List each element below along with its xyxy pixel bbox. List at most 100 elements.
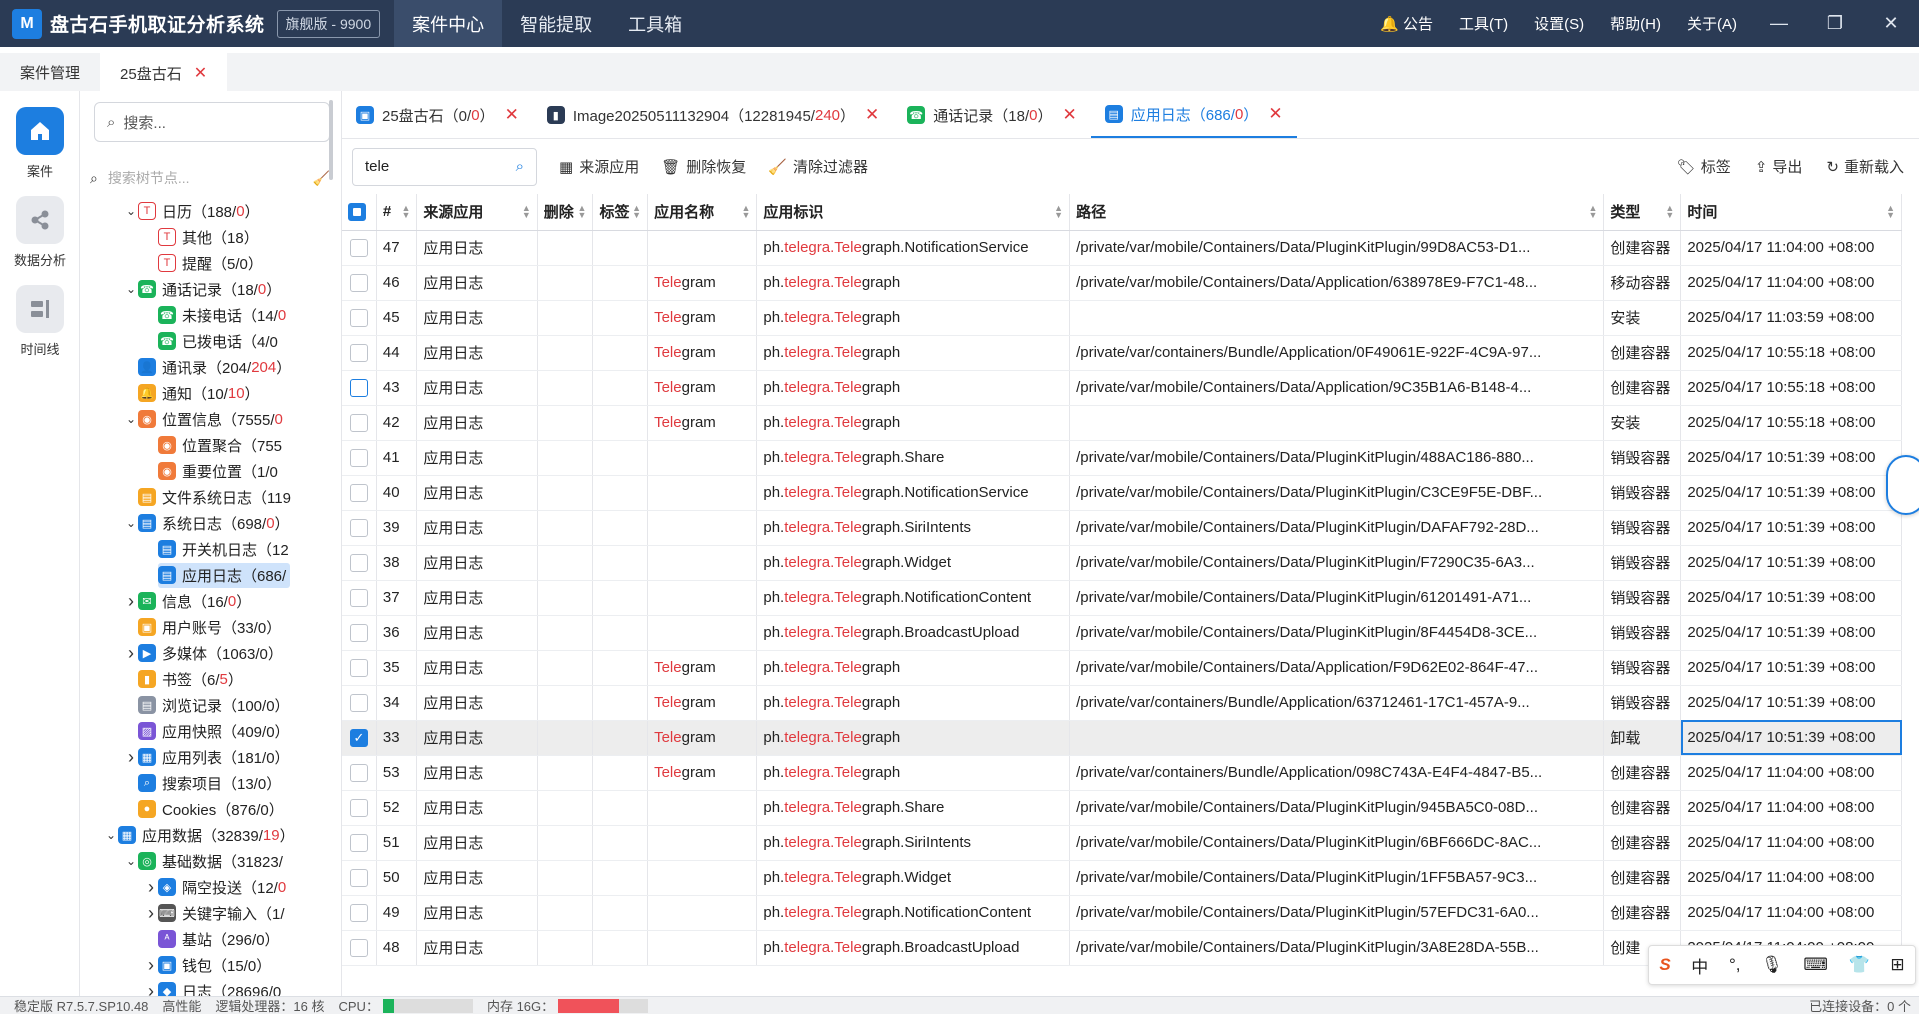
table-row[interactable]: 49 应用日志 ph.telegra.Telegraph.NotificationC… (342, 895, 1902, 931)
sogou-logo-icon[interactable]: S (1659, 955, 1670, 975)
tree-node[interactable]: › ▣ 钱包（15/0） (80, 952, 341, 978)
tree-node[interactable]: ᴬ 基站（296/0） (80, 926, 341, 952)
row-select-cell[interactable] (342, 230, 377, 266)
tree-node[interactable]: ⌄ ▦ 应用数据（32839/19） (80, 822, 341, 848)
tree-node[interactable]: ⌄ ▤ 系统日志（698/0） (80, 510, 341, 536)
rail-item-timeline[interactable]: 时间线 (0, 285, 80, 358)
tree-node[interactable]: ☎ 已拨电话（4/0 (80, 328, 341, 354)
table-row[interactable]: 46 应用日志 Telegram ph.telegra.Telegraph/priva… (342, 265, 1902, 301)
row-checkbox[interactable] (350, 518, 368, 537)
row-checkbox[interactable] (350, 938, 368, 957)
chevron-down-icon[interactable]: ⌄ (124, 516, 138, 530)
table-row[interactable]: ✓ 33 应用日志 Telegram ph.telegra.Telegraph 卸载 202… (342, 720, 1902, 756)
column-header-time[interactable]: 时间 ▲ ▼ (1680, 194, 1902, 231)
tree-node[interactable]: ⌄ ◎ 基础数据（31823/ (80, 848, 341, 874)
row-select-cell[interactable] (342, 580, 377, 616)
row-select-cell[interactable] (342, 615, 377, 651)
row-time[interactable]: 2025/04/17 11:04:00 +08:00 (1680, 755, 1902, 791)
tree-node[interactable]: T 其他（18） (80, 224, 341, 250)
export-button[interactable]: ⇪ 导出 (1755, 156, 1803, 177)
tree-node-search[interactable]: ⌕ 搜索树节点... 🧹 (90, 163, 330, 193)
announcement-menu[interactable]: 🔔 公告 (1380, 13, 1433, 34)
row-checkbox[interactable] (350, 658, 368, 677)
broom-clear-icon[interactable]: 🧹 (313, 170, 330, 187)
table-row[interactable]: 51 应用日志 ph.telegra.Telegraph.SiriIntents/p… (342, 825, 1902, 861)
close-tab-icon[interactable]: ✕ (1268, 104, 1282, 124)
close-tab-icon[interactable]: ✕ (505, 105, 519, 125)
table-row[interactable]: 39 应用日志 ph.telegra.Telegraph.SiriIntents/p… (342, 510, 1902, 546)
tree-node[interactable]: 🔔 通知（10/10） (80, 380, 341, 406)
row-select-cell[interactable]: ✓ (342, 720, 377, 756)
row-checkbox[interactable] (350, 238, 368, 257)
column-header-source[interactable]: 来源应用 ▲ ▼ (416, 194, 538, 231)
row-checkbox[interactable] (350, 378, 368, 397)
tree-node[interactable]: 👤 通讯录（204/204） (80, 354, 341, 380)
row-select-cell[interactable] (342, 930, 377, 966)
rail-item-case[interactable]: 案件 (0, 107, 80, 180)
row-checkbox[interactable] (350, 798, 368, 817)
close-icon[interactable]: ✕ (1863, 0, 1919, 47)
row-select-cell[interactable] (342, 475, 377, 511)
table-row[interactable]: 50 应用日志 ph.telegra.Telegraph.Widget/privat… (342, 860, 1902, 896)
row-time[interactable]: 2025/04/17 10:51:39 +08:00 (1680, 580, 1902, 616)
table-row[interactable]: 37 应用日志 ph.telegra.Telegraph.NotificationC… (342, 580, 1902, 616)
row-select-cell[interactable] (342, 860, 377, 896)
chevron-down-icon[interactable]: ⌄ (124, 282, 138, 296)
tree-node[interactable]: › ◆ 日志（28696/0 (80, 978, 341, 997)
chevron-right-icon[interactable]: › (124, 643, 138, 664)
chevron-right-icon[interactable]: › (144, 981, 158, 997)
close-tab-icon[interactable]: ✕ (1063, 105, 1077, 125)
microphone-icon[interactable]: 🎙 (1761, 955, 1783, 975)
row-select-cell[interactable] (342, 895, 377, 931)
row-checkbox[interactable] (350, 308, 368, 327)
table-row[interactable]: 44 应用日志 Telegram ph.telegra.Telegraph/priva… (342, 335, 1902, 371)
row-select-cell[interactable] (342, 790, 377, 826)
skin-icon[interactable]: 👕 (1849, 955, 1870, 975)
column-header-bundle-id[interactable]: 应用标识 ▲ ▼ (756, 194, 1071, 231)
sub-tab[interactable]: ▮ Image20250511132904（12281945/240） ✕ (533, 92, 893, 138)
search-icon[interactable]: ⌕ (516, 158, 524, 175)
chevron-down-icon[interactable]: ⌄ (124, 204, 138, 218)
row-time[interactable]: 2025/04/17 10:55:18 +08:00 (1680, 370, 1902, 406)
menu-settings[interactable]: 设置(S) (1534, 13, 1584, 34)
tree-node[interactable]: ▤ 文件系统日志（119 (80, 484, 341, 510)
row-select-cell[interactable] (342, 405, 377, 441)
rail-item-analysis[interactable]: 数据分析 (0, 196, 80, 269)
clear-filter-button[interactable]: 🧹 清除过滤器 (768, 156, 868, 177)
row-checkbox[interactable] (350, 903, 368, 922)
chevron-right-icon[interactable]: › (144, 903, 158, 924)
row-checkbox[interactable] (350, 763, 368, 782)
minimize-icon[interactable]: — (1751, 0, 1807, 47)
table-row[interactable]: 52 应用日志 ph.telegra.Telegraph.Share/private… (342, 790, 1902, 826)
row-time[interactable]: 2025/04/17 10:55:18 +08:00 (1680, 405, 1902, 441)
row-checkbox[interactable] (350, 343, 368, 362)
close-tab-icon[interactable]: ✕ (194, 63, 207, 83)
chevron-down-icon[interactable]: ⌄ (124, 412, 138, 426)
chevron-right-icon[interactable]: › (144, 877, 158, 898)
tree-node[interactable]: ☎ 未接电话（14/0 (80, 302, 341, 328)
row-checkbox[interactable] (350, 833, 368, 852)
row-time[interactable]: 2025/04/17 11:04:00 +08:00 (1680, 860, 1902, 896)
tree-node[interactable]: ▣ 用户账号（33/0） (80, 614, 341, 640)
tree-node[interactable]: ⌄ ☎ 通话记录（18/0） (80, 276, 341, 302)
table-row[interactable]: 41 应用日志 ph.telegra.Telegraph.Share/private… (342, 440, 1902, 476)
table-row[interactable]: 34 应用日志 Telegram ph.telegra.Telegraph/priva… (342, 685, 1902, 721)
row-time[interactable]: 2025/04/17 10:51:39 +08:00 (1680, 510, 1902, 546)
menu-tools[interactable]: 工具(T) (1459, 13, 1508, 34)
nav-smart-extract[interactable]: 智能提取 (502, 0, 610, 47)
toolbox-grid-icon[interactable]: ⊞ (1890, 955, 1904, 975)
select-all-header[interactable] (342, 194, 377, 231)
table-row[interactable]: 43 应用日志 Telegram ph.telegra.Telegraph/priva… (342, 370, 1902, 406)
floating-assistant-button[interactable] (1886, 455, 1919, 515)
row-time[interactable]: 2025/04/17 11:04:00 +08:00 (1680, 895, 1902, 931)
row-time[interactable]: 2025/04/17 10:55:18 +08:00 (1680, 335, 1902, 371)
row-checkbox[interactable] (350, 273, 368, 292)
tree-node[interactable]: ◉ 重要位置（1/0 (80, 458, 341, 484)
punctuation-icon[interactable]: °, (1729, 955, 1741, 975)
tree-node[interactable]: › ▦ 应用列表（181/0） (80, 744, 341, 770)
row-select-cell[interactable] (342, 650, 377, 686)
sub-tab[interactable]: ▣ 25盘古石（0/0） ✕ (342, 92, 533, 138)
row-select-cell[interactable] (342, 440, 377, 476)
tab-case-management[interactable]: 案件管理 (0, 53, 100, 91)
row-time[interactable]: 2025/04/17 11:04:00 +08:00 (1680, 790, 1902, 826)
